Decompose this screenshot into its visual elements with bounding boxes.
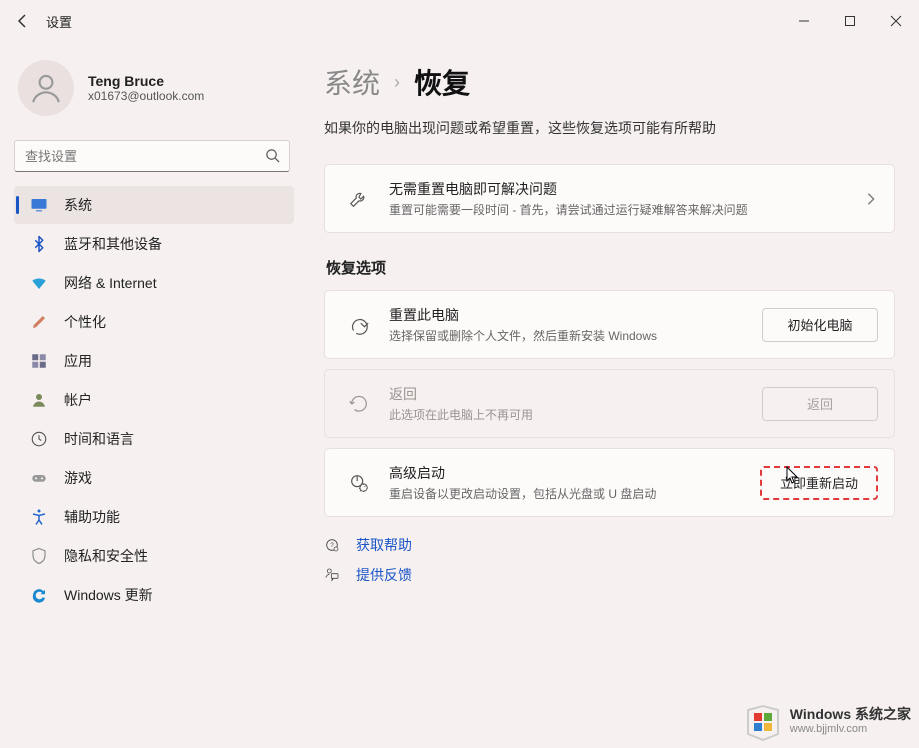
help-icon: ?	[324, 537, 342, 553]
arrow-left-icon	[15, 13, 31, 29]
search-box	[14, 140, 290, 172]
nav-item-personalization[interactable]: 个性化	[14, 303, 294, 341]
reset-pc-button[interactable]: 初始化电脑	[762, 308, 878, 342]
maximize-icon	[844, 15, 856, 27]
power-gear-icon	[341, 472, 377, 494]
display-icon	[28, 194, 50, 216]
restart-now-button[interactable]: 立即重新启动	[760, 466, 878, 500]
nav-item-time-language[interactable]: 时间和语言	[14, 420, 294, 458]
nav-label: 辅助功能	[64, 507, 120, 527]
card-title: 返回	[389, 384, 750, 404]
nav-list: 系统 蓝牙和其他设备 网络 & Internet 个性化	[14, 186, 294, 614]
feedback-icon	[324, 567, 342, 583]
go-back-card: 返回 此选项在此电脑上不再可用 返回	[324, 369, 895, 438]
shield-icon	[28, 545, 50, 567]
nav-item-accounts[interactable]: 帐户	[14, 381, 294, 419]
card-subtitle: 选择保留或删除个人文件，然后重新安装 Windows	[389, 327, 750, 344]
nav-label: 个性化	[64, 312, 106, 332]
help-links: ? 获取帮助 提供反馈	[324, 535, 895, 585]
search-icon	[265, 148, 280, 163]
breadcrumb-parent[interactable]: 系统	[324, 62, 380, 102]
chevron-right-icon	[864, 192, 878, 206]
nav-item-accessibility[interactable]: 辅助功能	[14, 498, 294, 536]
maximize-button[interactable]	[827, 0, 873, 42]
windows-logo-icon	[742, 700, 784, 742]
account-name: Teng Bruce	[88, 73, 204, 89]
page-intro: 如果你的电脑出现问题或希望重置，这些恢复选项可能有所帮助	[324, 118, 895, 138]
feedback-link[interactable]: 提供反馈	[324, 565, 895, 585]
account-block[interactable]: Teng Bruce x01673@outlook.com	[14, 42, 294, 138]
nav-label: 网络 & Internet	[64, 273, 157, 293]
avatar	[18, 60, 74, 116]
go-back-button: 返回	[762, 387, 878, 421]
reset-icon	[341, 314, 377, 336]
advanced-startup-card: 高级启动 重启设备以更改启动设置，包括从光盘或 U 盘启动 立即重新启动	[324, 448, 895, 517]
nav-label: 隐私和安全性	[64, 546, 148, 566]
search-input[interactable]	[14, 140, 290, 172]
wrench-icon	[341, 188, 377, 210]
close-button[interactable]	[873, 0, 919, 42]
watermark-url: www.bjjmlv.com	[790, 723, 911, 735]
close-icon	[890, 15, 902, 27]
troubleshoot-card[interactable]: 无需重置电脑即可解决问题 重置可能需要一段时间 - 首先，请尝试通过运行疑难解答…	[324, 164, 895, 233]
brush-icon	[28, 311, 50, 333]
clock-lang-icon	[28, 428, 50, 450]
card-subtitle: 重置可能需要一段时间 - 首先，请尝试通过运行疑难解答来解决问题	[389, 201, 852, 218]
link-label: 提供反馈	[356, 565, 412, 585]
minimize-icon	[798, 15, 810, 27]
nav-label: 蓝牙和其他设备	[64, 234, 162, 254]
nav-label: 系统	[64, 195, 92, 215]
nav-item-gaming[interactable]: 游戏	[14, 459, 294, 497]
watermark-brand: Windows 系统之家	[790, 707, 911, 722]
person-icon	[28, 389, 50, 411]
app-title: 设置	[46, 12, 72, 31]
nav-label: 帐户	[64, 390, 92, 410]
title-bar: 设置	[0, 0, 919, 42]
gamepad-icon	[28, 467, 50, 489]
recovery-section-title: 恢复选项	[326, 257, 895, 278]
nav-item-system[interactable]: 系统	[14, 186, 294, 224]
person-icon	[29, 71, 63, 105]
card-subtitle: 此选项在此电脑上不再可用	[389, 406, 750, 423]
nav-label: 时间和语言	[64, 429, 134, 449]
breadcrumb-current: 恢复	[414, 62, 470, 102]
nav-label: Windows 更新	[64, 585, 153, 605]
wifi-icon	[28, 272, 50, 294]
nav-item-bluetooth[interactable]: 蓝牙和其他设备	[14, 225, 294, 263]
history-icon	[341, 393, 377, 415]
card-subtitle: 重启设备以更改启动设置，包括从光盘或 U 盘启动	[389, 485, 748, 502]
main-content: 系统 › 恢复 如果你的电脑出现问题或希望重置，这些恢复选项可能有所帮助 无需重…	[300, 42, 919, 748]
accessibility-icon	[28, 506, 50, 528]
back-button[interactable]	[0, 0, 46, 42]
get-help-link[interactable]: ? 获取帮助	[324, 535, 895, 555]
nav-label: 应用	[64, 351, 92, 371]
account-email: x01673@outlook.com	[88, 89, 204, 103]
nav-label: 游戏	[64, 468, 92, 488]
breadcrumb: 系统 › 恢复	[324, 62, 895, 102]
sidebar: Teng Bruce x01673@outlook.com 系统 蓝牙和其他	[0, 42, 300, 748]
svg-text:?: ?	[330, 543, 334, 549]
minimize-button[interactable]	[781, 0, 827, 42]
nav-item-apps[interactable]: 应用	[14, 342, 294, 380]
apps-icon	[28, 350, 50, 372]
chevron-right-icon: ›	[394, 72, 400, 93]
window-controls	[781, 0, 919, 42]
watermark: Windows 系统之家 www.bjjmlv.com	[742, 700, 911, 742]
card-title: 无需重置电脑即可解决问题	[389, 179, 852, 199]
bluetooth-icon	[28, 233, 50, 255]
reset-pc-card: 重置此电脑 选择保留或删除个人文件，然后重新安装 Windows 初始化电脑	[324, 290, 895, 359]
nav-item-update[interactable]: Windows 更新	[14, 576, 294, 614]
nav-item-network[interactable]: 网络 & Internet	[14, 264, 294, 302]
card-title: 重置此电脑	[389, 305, 750, 325]
nav-item-privacy[interactable]: 隐私和安全性	[14, 537, 294, 575]
card-title: 高级启动	[389, 463, 748, 483]
link-label: 获取帮助	[356, 535, 412, 555]
update-icon	[28, 584, 50, 606]
